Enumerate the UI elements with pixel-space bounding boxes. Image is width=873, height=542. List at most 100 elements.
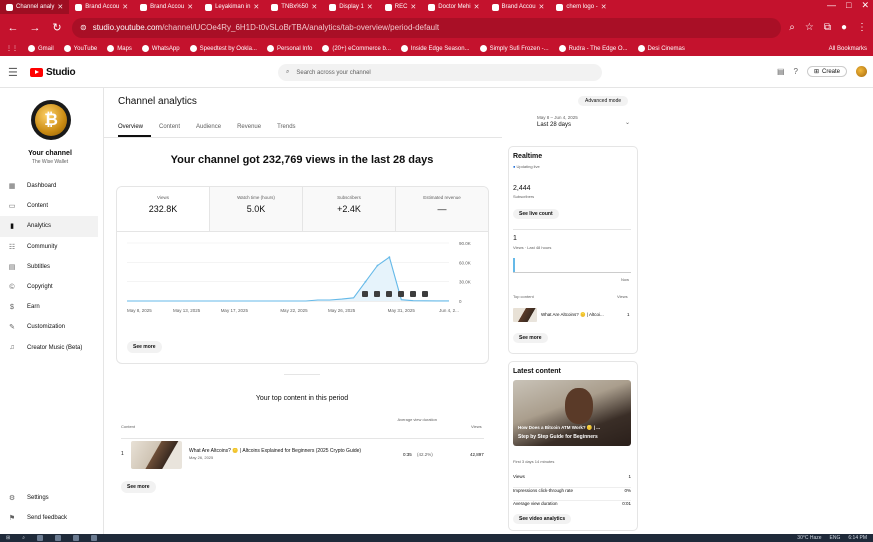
table-row[interactable]: 1 What Are Altcoins? 🪙 | Altcoins Explain… [121,438,484,469]
sidebar-item-earn[interactable]: $ Earn [0,297,104,317]
url-field[interactable]: ⊜ studio.youtube.com/channel/UCOe4Ry_6H1… [72,17,782,38]
app-icon[interactable] [91,535,98,541]
profile-icon[interactable]: ● [841,22,847,33]
star-icon[interactable]: ☆ [805,22,814,33]
clock[interactable]: 6:14 PM [848,535,867,541]
date-range-selector[interactable]: May 8 – Jun 4, 2025 Last 28 days ⌄ [537,115,630,128]
analytics-icon: ▮ [10,223,14,231]
see-video-analytics-button[interactable]: See video analytics [513,514,572,524]
metric-tile[interactable]: Subscribers +2.4K [302,187,395,231]
search-taskbar-icon[interactable]: ⌕ [22,535,25,541]
browser-tab[interactable]: Channel analy ✕ [0,0,70,14]
browser-tab[interactable]: Display 1 ✕ [323,0,379,14]
realtime-top-item-title[interactable]: What Are Altcoins? 🪙 | Altcoi... [541,312,604,318]
browser-tab[interactable]: Doctor Mehi ✕ [422,0,485,14]
browser-tab[interactable]: Brand Accou ✕ [134,0,199,14]
metric-tile[interactable]: Views 232.8K [117,187,209,231]
back-icon[interactable]: ← [6,22,20,34]
sidebar-item-content[interactable]: ▭ Content [0,196,104,216]
forward-icon[interactable]: → [28,22,42,34]
browser-tab-label: chem logo - [566,4,598,10]
app-icon[interactable] [55,535,62,541]
tab-close-icon[interactable]: ✕ [410,3,416,11]
help-icon[interactable]: ? [794,67,798,76]
sidebar-item-analytics[interactable]: ▮ Analytics [0,216,98,237]
start-icon[interactable]: ⊞ [6,535,10,541]
tab-close-icon[interactable]: ✕ [311,3,317,11]
realtime-see-more-button[interactable]: See more [513,333,548,343]
views-line-chart[interactable]: 0 30.0K 60.0K 90.0K May 8, 2025 May 13, 2025 M… [117,233,489,333]
search-input[interactable]: ⌕ Search across your channel [278,64,602,81]
browser-tab[interactable]: Brand Accou ✕ [69,0,134,14]
tab-close-icon[interactable]: ✕ [601,3,607,11]
tab-revenue[interactable]: Revenue [229,124,269,137]
bookmark-item[interactable]: WhatsApp [141,45,180,52]
tab-content[interactable]: Content [151,124,188,137]
tab-close-icon[interactable]: ✕ [57,3,63,11]
sidebar-item-customization[interactable]: ✎ Customization [0,317,104,337]
bookmark-item[interactable]: Desi Cinemas [637,45,685,52]
all-bookmarks[interactable]: All Bookmarks [829,46,867,52]
sidebar-item-copyright[interactable]: © Copyright [0,277,104,297]
browser-tab[interactable]: Leyakiman in ✕ [199,0,265,14]
tab-close-icon[interactable]: ✕ [122,3,128,11]
weather-text[interactable]: 30°C Haze [797,535,821,541]
account-avatar[interactable] [856,66,867,77]
tab-close-icon[interactable]: ✕ [474,3,480,11]
bookmark-item[interactable]: (20+) eCommerce b... [322,45,391,52]
channel-avatar[interactable]: ₿ [31,100,71,140]
chart-see-more-button[interactable]: See more [127,341,162,353]
bookmark-item[interactable]: Maps [107,45,132,52]
studio-logo[interactable]: Studio [30,67,76,78]
bookmark-item[interactable]: Rudra - The Edge O... [558,45,628,52]
maximize-icon[interactable]: □ [846,0,851,11]
zoom-icon[interactable]: ⌕ [789,22,795,33]
bookmark-item[interactable]: YouTube [63,45,97,52]
see-live-count-button[interactable]: See live count [513,209,559,219]
hamburger-menu-icon[interactable]: ☰ [8,66,24,79]
language-indicator[interactable]: ENG [830,535,841,541]
extensions-icon[interactable]: ⧉ [824,22,831,33]
bookmark-item[interactable]: Inside Edge Season... [400,45,470,52]
browser-tab[interactable]: Brand Accou ✕ [486,0,551,14]
sidebar-item-dashboard[interactable]: ▦ Dashboard [0,176,104,196]
table-see-more-button[interactable]: See more [121,481,156,493]
app-icon[interactable] [37,535,44,541]
bookmark-item[interactable]: Gmail [28,45,54,52]
metric-tile[interactable]: Estimated revenue — [395,187,488,231]
metric-tile[interactable]: Watch time (hours) 5.0K [209,187,302,231]
browser-tab[interactable]: REC ✕ [379,0,423,14]
tab-close-icon[interactable]: ✕ [187,3,193,11]
tab-trends[interactable]: Trends [269,124,303,137]
realtime-top-thumbnail[interactable] [513,308,537,322]
sidebar-item-feedback[interactable]: ⚑ Send feedback [0,508,104,528]
tab-close-icon[interactable]: ✕ [253,3,259,11]
sidebar-item-gear[interactable]: ⚙ Settings [0,488,104,508]
tab-close-icon[interactable]: ✕ [539,3,545,11]
site-info-icon[interactable]: ⊜ [80,23,87,32]
tab-audience[interactable]: Audience [188,124,229,137]
browser-tab[interactable]: chem logo - ✕ [550,0,612,14]
bookmark-item[interactable]: Speedtest by Ookla... [189,45,257,52]
sidebar-item-music[interactable]: ♫ Creator Music (Beta) [0,338,104,358]
sidebar-item-subtitles[interactable]: ▤ Subtitles [0,257,104,277]
video-thumbnail[interactable] [131,441,182,469]
captions-icon[interactable]: ▤ [777,67,785,76]
sidebar-item-community[interactable]: ☷ Community [0,237,104,257]
menu-icon[interactable]: ⋮ [857,22,867,33]
apps-icon[interactable]: ⋮⋮ [6,45,18,52]
app-icon[interactable] [73,535,80,541]
create-button[interactable]: ⊞ Create [806,66,847,77]
close-icon[interactable]: ✕ [861,0,869,11]
reload-icon[interactable]: ↻ [50,21,64,34]
realtime-bar-chart[interactable] [513,257,631,273]
video-title[interactable]: What Are Altcoins? 🪙 | Altcoins Explaine… [189,448,389,454]
minimize-icon[interactable]: — [827,0,836,11]
advanced-mode-button[interactable]: Advanced mode [578,96,629,106]
tab-close-icon[interactable]: ✕ [367,3,373,11]
bookmark-item[interactable]: Simply Sufi Frozen -... [479,45,549,52]
tab-overview[interactable]: Overview [118,124,152,137]
latest-video-thumbnail[interactable]: How Does a Bitcoin ATM Work? 🪙 | ... Ste… [513,380,631,446]
bookmark-item[interactable]: Personal Info [266,45,312,52]
browser-tab[interactable]: TNBx%50 ✕ [265,0,323,14]
